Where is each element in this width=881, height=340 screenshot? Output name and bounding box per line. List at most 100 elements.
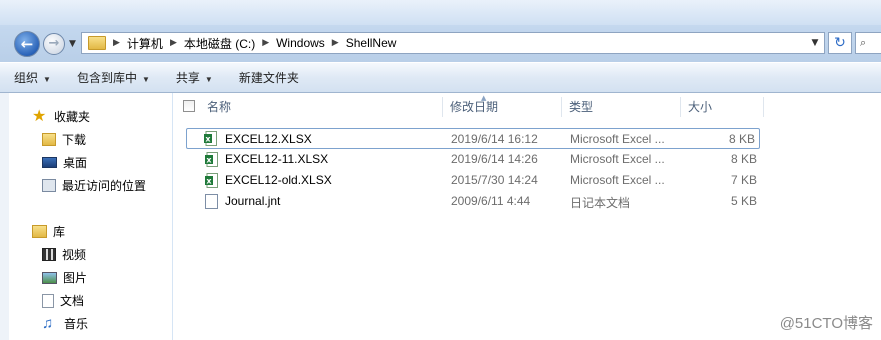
search-input[interactable]: ⌕ [855, 32, 881, 54]
chevron-down-icon: ▼ [204, 74, 213, 84]
chevron-right-icon[interactable]: ▶ [110, 38, 123, 48]
chevron-right-icon[interactable]: ▶ [329, 38, 342, 48]
excel-icon: x [205, 152, 218, 167]
file-type: Microsoft Excel ... [570, 152, 665, 166]
column-modified[interactable]: 修改日期 [450, 93, 498, 121]
organize-label: 组织 [14, 70, 39, 85]
nav-item-label: 文档 [60, 294, 85, 308]
refresh-button[interactable]: ↻ [828, 32, 852, 54]
breadcrumb-windows[interactable]: Windows [272, 36, 329, 50]
recent-places-icon [42, 179, 56, 192]
column-size[interactable]: 大小 [688, 93, 712, 121]
column-divider[interactable] [561, 97, 562, 117]
nav-favorites[interactable]: ★ 收藏夹 [32, 108, 90, 125]
column-type[interactable]: 类型 [569, 93, 593, 121]
nav-item-label: 最近访问的位置 [62, 179, 147, 193]
title-strip [0, 0, 881, 25]
share-button[interactable]: 共享 ▼ [162, 63, 225, 93]
svg-text:x: x [206, 177, 212, 186]
file-size: 7 KB [730, 173, 757, 187]
nav-item-label: 桌面 [63, 156, 88, 170]
folder-icon [88, 36, 106, 50]
search-icon: ⌕ [860, 36, 867, 49]
nav-item-label: 音乐 [64, 317, 89, 331]
file-row[interactable]: x EXCEL12-11.XLSX 2019/6/14 14:26 Micros… [186, 149, 760, 170]
file-type: Microsoft Excel ... [570, 173, 665, 187]
chevron-down-icon[interactable]: ▼ [808, 35, 822, 51]
downloads-folder-icon [42, 133, 56, 146]
file-size: 8 KB [730, 152, 757, 166]
column-divider[interactable] [442, 97, 443, 117]
breadcrumb-computer[interactable]: 计算机 [123, 35, 167, 52]
column-divider[interactable] [680, 97, 681, 117]
column-name[interactable]: 名称 [207, 93, 231, 121]
nav-item-videos[interactable]: 视频 [42, 246, 86, 263]
file-size: 5 KB [730, 194, 757, 208]
excel-icon: x [204, 131, 217, 146]
nav-item-pictures[interactable]: 图片 [42, 269, 87, 286]
file-row[interactable]: x EXCEL12.XLSX 2019/6/14 16:12 Microsoft… [186, 128, 760, 149]
file-row[interactable]: x EXCEL12-old.XLSX 2015/7/30 14:24 Micro… [186, 170, 760, 191]
chevron-down-icon: ▼ [141, 74, 150, 84]
nav-item-label: 图片 [63, 271, 88, 285]
file-type: 日记本文档 [570, 196, 631, 210]
svg-text:x: x [206, 156, 212, 165]
nav-item-downloads[interactable]: 下载 [42, 131, 86, 148]
column-divider[interactable] [763, 97, 764, 117]
file-modified: 2019/6/14 14:26 [451, 152, 538, 166]
watermark: @51CTO博客 [779, 315, 873, 332]
nav-item-label: 视频 [62, 248, 87, 262]
history-dropdown-icon[interactable]: ▼ [69, 39, 76, 49]
nav-item-documents[interactable]: 文档 [42, 292, 84, 309]
back-button[interactable]: ← [14, 31, 40, 57]
nav-item-desktop[interactable]: 桌面 [42, 154, 87, 171]
music-icon: ♫ [42, 314, 54, 332]
file-name: Journal.jnt [225, 194, 281, 208]
include-in-library-label: 包含到库中 [76, 70, 137, 85]
nav-libraries-label: 库 [53, 225, 66, 239]
breadcrumb-local-disk[interactable]: 本地磁盘 (C:) [180, 35, 259, 52]
excel-icon: x [205, 173, 218, 188]
address-bar[interactable]: ▶ 计算机 ▶ 本地磁盘 (C:) ▶ Windows ▶ ShellNew ▼ [81, 32, 825, 54]
file-type: Microsoft Excel ... [570, 132, 665, 146]
back-arrow-icon: ← [20, 35, 34, 53]
select-all-checkbox[interactable] [183, 100, 195, 112]
navigation-pane [0, 93, 173, 340]
file-modified: 2015/7/30 14:24 [451, 173, 538, 187]
breadcrumb-shellnew[interactable]: ShellNew [342, 36, 401, 50]
file-modified: 2009/6/11 4:44 [451, 194, 531, 208]
documents-icon [42, 293, 54, 308]
file-name: EXCEL12-old.XLSX [225, 173, 332, 187]
pictures-icon [42, 271, 57, 284]
file-modified: 2019/6/14 16:12 [451, 132, 538, 146]
desktop-icon [42, 157, 57, 168]
file-name: EXCEL12-11.XLSX [225, 152, 329, 166]
chevron-right-icon[interactable]: ▶ [259, 38, 272, 48]
column-header: ▲ 名称 修改日期 类型 大小 [173, 93, 881, 121]
refresh-icon: ↻ [834, 35, 846, 51]
nav-favorites-label: 收藏夹 [54, 110, 91, 124]
nav-item-label: 下载 [62, 133, 87, 147]
organize-button[interactable]: 组织 ▼ [0, 63, 63, 93]
forward-button[interactable]: → [43, 33, 65, 55]
nav-libraries[interactable]: 库 [32, 223, 65, 240]
forward-arrow-icon: → [48, 36, 60, 51]
share-label: 共享 [175, 70, 200, 85]
file-size: 8 KB [728, 132, 755, 146]
new-folder-button[interactable]: 新建文件夹 [225, 63, 311, 93]
star-icon: ★ [32, 107, 47, 125]
svg-text:x: x [205, 135, 211, 144]
file-name: EXCEL12.XLSX [225, 132, 312, 146]
nav-item-recent-places[interactable]: 最近访问的位置 [42, 177, 146, 194]
new-folder-label: 新建文件夹 [238, 70, 299, 85]
file-row[interactable]: Journal.jnt 2009/6/11 4:44 日记本文档 5 KB [186, 191, 760, 212]
library-icon [32, 225, 47, 238]
video-icon [42, 248, 56, 261]
command-bar: 组织 ▼ 包含到库中 ▼ 共享 ▼ 新建文件夹 [0, 63, 881, 93]
chevron-right-icon[interactable]: ▶ [167, 38, 180, 48]
include-in-library-button[interactable]: 包含到库中 ▼ [63, 63, 162, 93]
pane-edge [0, 93, 9, 340]
journal-icon [205, 194, 218, 209]
nav-item-music[interactable]: ♫ 音乐 [42, 315, 88, 332]
chevron-down-icon: ▼ [43, 74, 51, 84]
